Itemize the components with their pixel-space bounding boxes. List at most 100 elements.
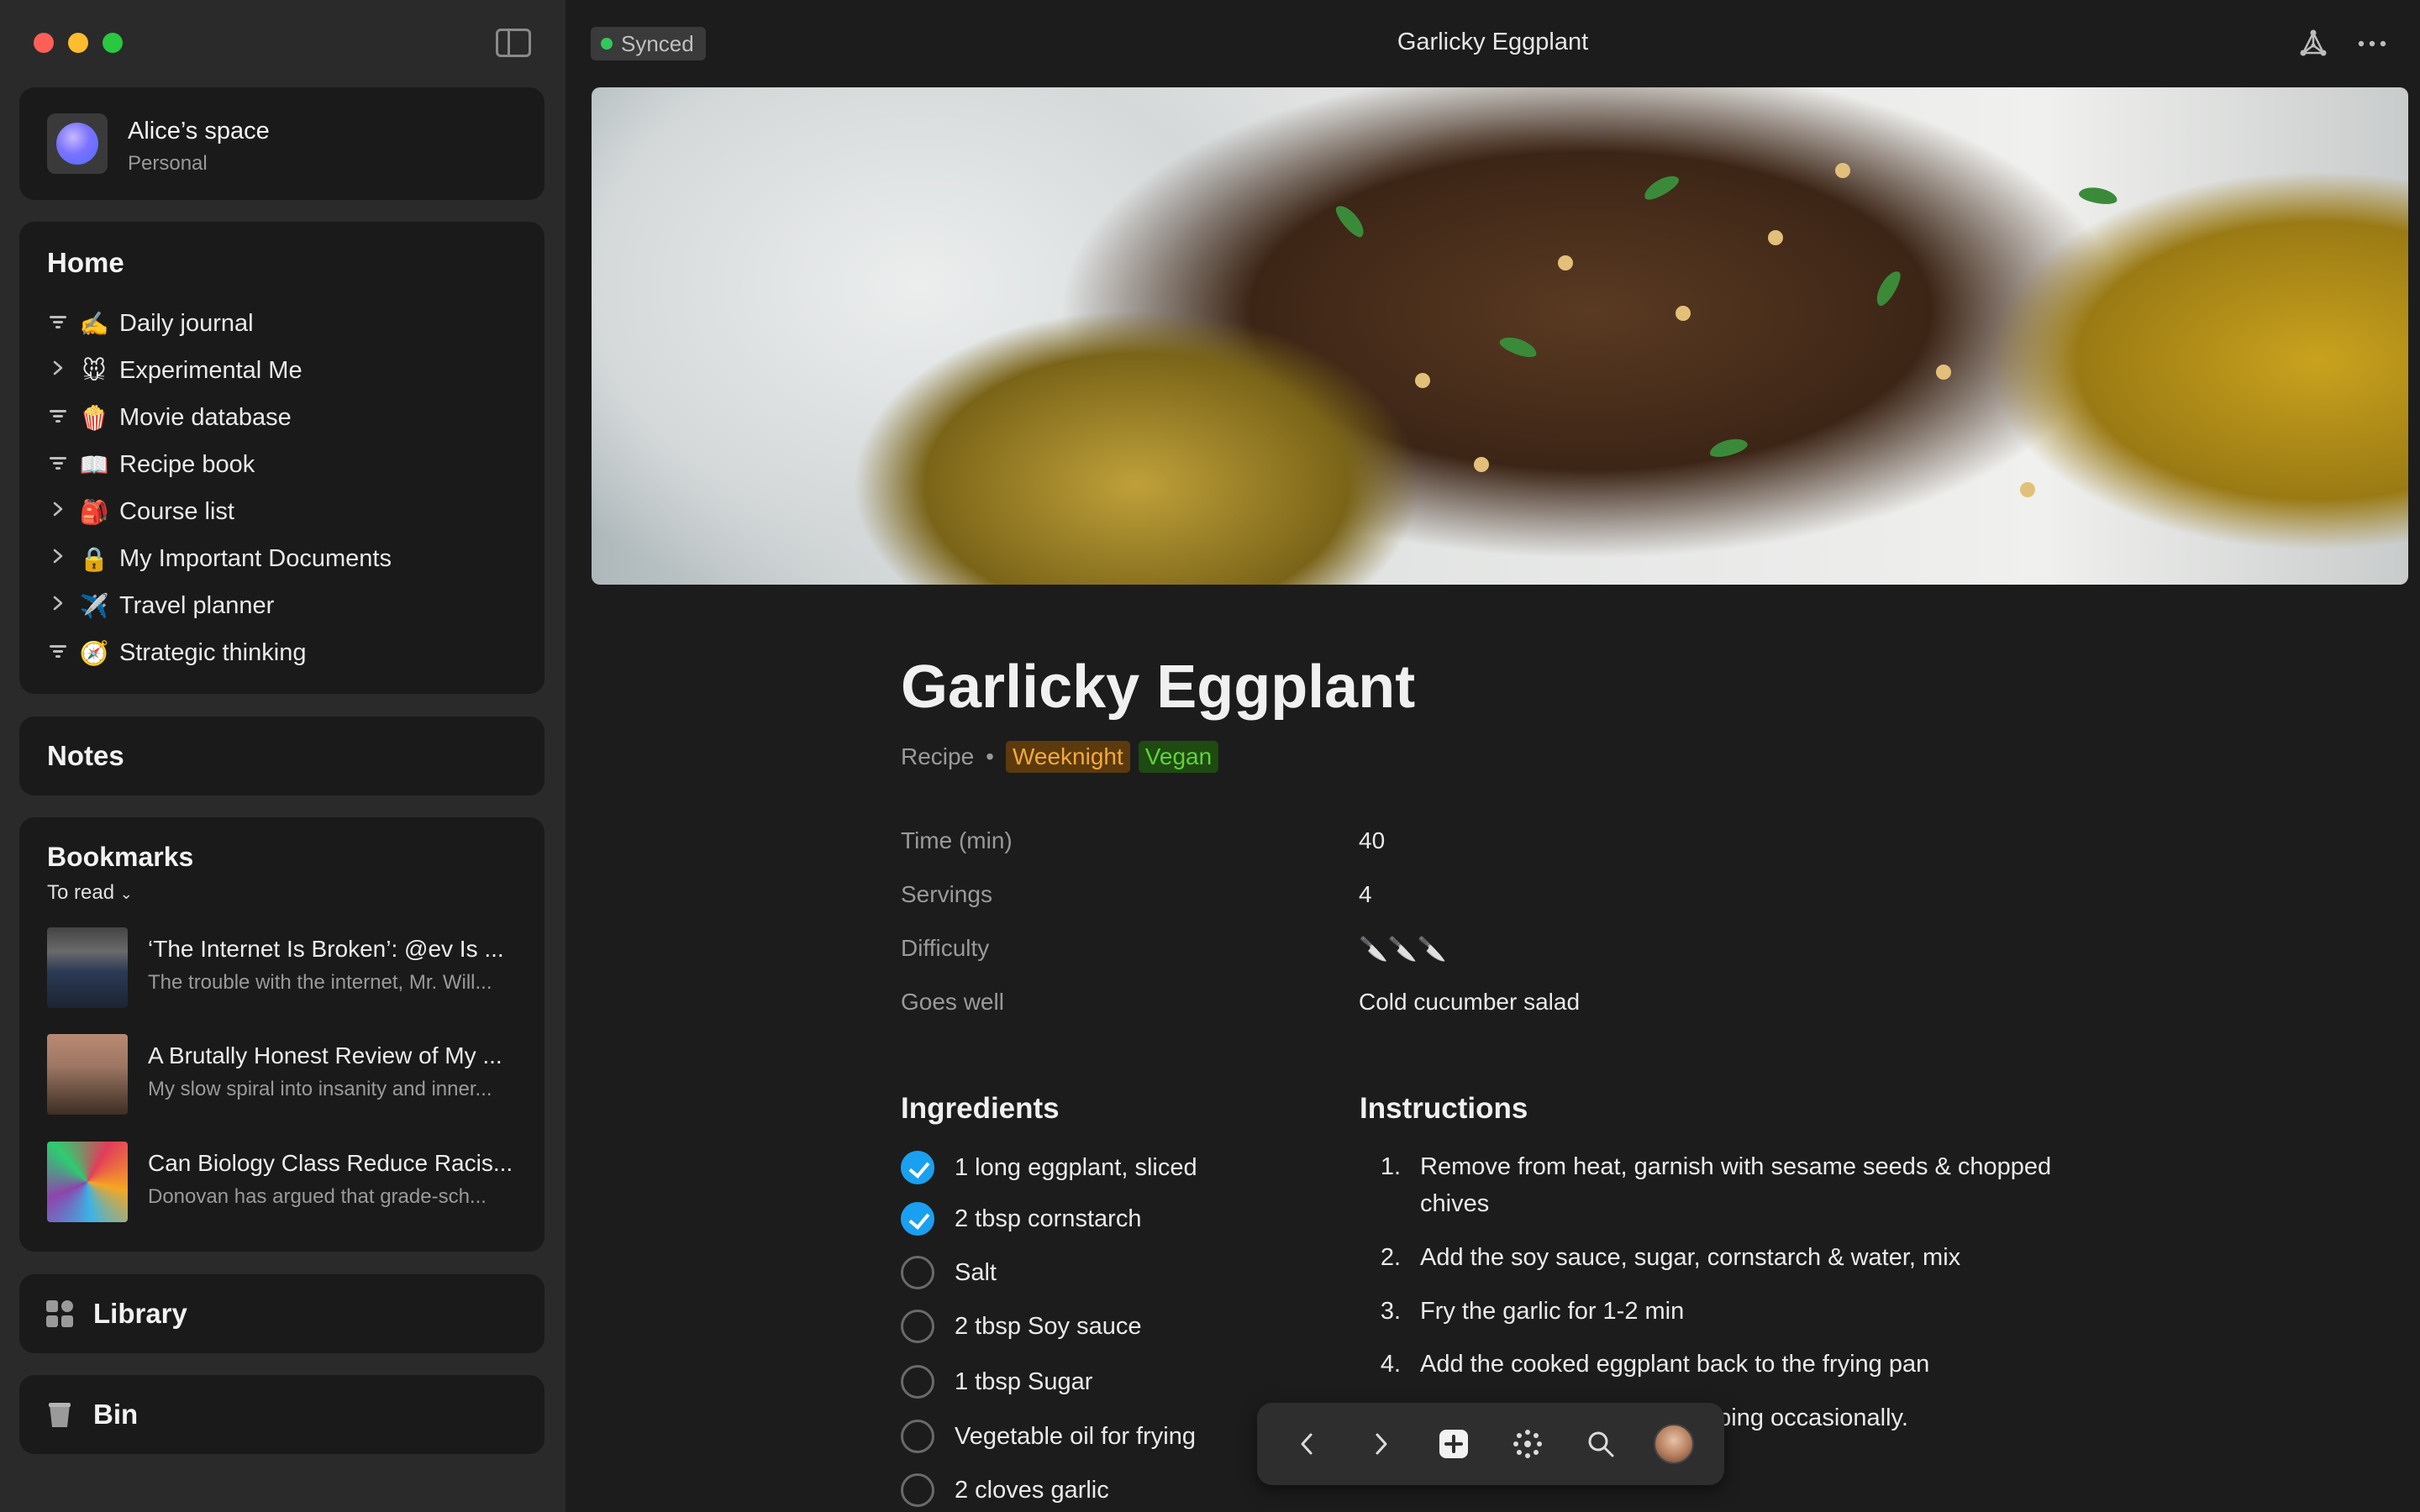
- property-value[interactable]: 40: [1359, 827, 1385, 854]
- property-row[interactable]: Difficulty 🔪🔪🔪: [901, 935, 1825, 969]
- ingredient-checkbox[interactable]: [901, 1151, 934, 1184]
- filter-icon[interactable]: [47, 453, 69, 476]
- sidebar-item-label: Daily journal: [119, 309, 254, 337]
- filter-icon[interactable]: [47, 312, 69, 335]
- sidebar-item[interactable]: ✈️ Travel planner: [47, 586, 518, 625]
- profile-avatar[interactable]: [1653, 1424, 1694, 1464]
- bookmark-item[interactable]: A Brutally Honest Review of My ... My sl…: [47, 1034, 526, 1115]
- library-section[interactable]: Library: [19, 1274, 544, 1353]
- sidebar-item-label: Experimental Me: [119, 356, 302, 384]
- close-window-button[interactable]: [34, 33, 54, 53]
- bin-section[interactable]: Bin: [19, 1375, 544, 1454]
- sidebar-item[interactable]: 🧭 Strategic thinking: [47, 633, 518, 672]
- more-options-icon[interactable]: [2355, 27, 2389, 60]
- back-button[interactable]: [1287, 1424, 1328, 1464]
- sidebar-item[interactable]: 📖 Recipe book: [47, 445, 518, 484]
- bin-label: Bin: [93, 1399, 139, 1430]
- sidebar-item[interactable]: 🎒 Course list: [47, 492, 518, 531]
- bookmark-title: A Brutally Honest Review of My ...: [148, 1042, 502, 1068]
- ingredient-item: 2 cloves garlic: [901, 1471, 1287, 1509]
- ingredient-text[interactable]: 1 tbsp Sugar: [955, 1368, 1092, 1396]
- chevron-right-icon[interactable]: [47, 359, 69, 382]
- ingredient-item: Salt: [901, 1253, 1287, 1292]
- search-button[interactable]: [1581, 1424, 1621, 1464]
- sidebar-item-emoji: 🎒: [79, 498, 109, 525]
- property-row[interactable]: Time (min) 40: [901, 827, 1825, 861]
- chevron-right-icon[interactable]: [47, 594, 69, 617]
- sidebar-item-label: Course list: [119, 497, 234, 525]
- ingredient-checkbox[interactable]: [901, 1365, 934, 1399]
- sidebar-toggle-icon[interactable]: [496, 29, 531, 57]
- chevron-left-icon: [1301, 1433, 1313, 1455]
- tag-weeknight[interactable]: Weeknight: [1005, 741, 1130, 773]
- sidebar-item[interactable]: 🔒 My Important Documents: [47, 539, 518, 578]
- cover-image[interactable]: [592, 87, 2408, 585]
- window-title: Garlicky Eggplant: [1397, 29, 1589, 55]
- new-object-button[interactable]: [1434, 1424, 1474, 1464]
- home-title[interactable]: Home: [47, 247, 124, 279]
- library-label: Library: [93, 1298, 187, 1329]
- property-name: Servings: [901, 881, 992, 907]
- notes-title: Notes: [47, 740, 124, 771]
- property-value[interactable]: 4: [1359, 881, 1372, 908]
- page-title[interactable]: Garlicky Eggplant: [901, 653, 1415, 722]
- instruction-number: 2.: [1380, 1244, 1401, 1271]
- graph-button[interactable]: [1507, 1424, 1548, 1464]
- chevron-right-icon[interactable]: [47, 547, 69, 570]
- property-row[interactable]: Goes well Cold cucumber salad: [901, 989, 1825, 1022]
- bookmark-description: The trouble with the internet, Mr. Will.…: [148, 971, 492, 994]
- property-value[interactable]: 🔪🔪🔪: [1359, 935, 1447, 963]
- bookmark-thumbnail: [47, 927, 128, 1008]
- instruction-text: Remove from heat, garnish with sesame se…: [1420, 1153, 2052, 1217]
- ingredient-item: 2 tbsp Soy sauce: [901, 1307, 1287, 1346]
- sidebar-item-label: Movie database: [119, 403, 292, 431]
- zoom-window-button[interactable]: [103, 33, 123, 53]
- ingredient-text[interactable]: 2 cloves garlic: [955, 1477, 1109, 1504]
- bookmarks-filter-label: To read: [47, 881, 115, 904]
- instructions-title: Instructions: [1360, 1092, 1528, 1125]
- bookmark-item[interactable]: ‘The Internet Is Broken’: @ev Is ... The…: [47, 927, 526, 1008]
- tag-vegan[interactable]: Vegan: [1138, 741, 1219, 773]
- sidebar-item-emoji: 🍿: [79, 404, 109, 431]
- bookmarks-title[interactable]: Bookmarks: [47, 842, 193, 873]
- ingredient-checkbox[interactable]: [901, 1256, 934, 1289]
- ingredient-text[interactable]: Vegetable oil for frying: [955, 1423, 1196, 1451]
- property-row[interactable]: Servings 4: [901, 881, 1825, 915]
- page-meta: Recipe • Weeknight Vegan: [901, 741, 1219, 773]
- space-switcher[interactable]: Alice’s space Personal: [19, 87, 544, 200]
- sidebar-item[interactable]: 🍿 Movie database: [47, 398, 518, 437]
- instruction-text: Add the cooked eggplant back to the fryi…: [1420, 1351, 1930, 1378]
- sidebar-item[interactable]: 🐭 Experimental Me: [47, 351, 518, 390]
- property-value[interactable]: Cold cucumber salad: [1359, 989, 1580, 1016]
- graph-view-icon[interactable]: [2296, 27, 2330, 60]
- sidebar-item-label: Strategic thinking: [119, 638, 307, 666]
- page-type[interactable]: Recipe: [901, 743, 974, 770]
- ingredient-item: 1 long eggplant, sliced: [901, 1148, 1287, 1187]
- ingredient-text[interactable]: 1 long eggplant, sliced: [955, 1154, 1197, 1182]
- ingredient-text[interactable]: 2 tbsp cornstarch: [955, 1205, 1141, 1233]
- notes-section[interactable]: Notes: [19, 717, 544, 795]
- search-icon: [1588, 1431, 1614, 1457]
- bookmarks-filter-dropdown[interactable]: To read ⌄: [47, 881, 133, 905]
- ingredient-checkbox[interactable]: [901, 1310, 934, 1343]
- sidebar-item-emoji: 🔒: [79, 545, 109, 572]
- ingredient-checkbox[interactable]: [901, 1202, 934, 1236]
- sidebar-item-emoji: 🐭: [82, 357, 107, 384]
- bookmark-item[interactable]: Can Biology Class Reduce Racis... Donova…: [47, 1142, 526, 1222]
- sidebar-item-label: My Important Documents: [119, 544, 392, 572]
- ingredient-checkbox[interactable]: [901, 1473, 934, 1507]
- sidebar-item-emoji: 📖: [79, 451, 109, 478]
- property-name: Goes well: [901, 989, 1004, 1015]
- ingredient-item: 2 tbsp cornstarch: [901, 1200, 1287, 1238]
- filter-icon[interactable]: [47, 406, 69, 429]
- ingredient-text[interactable]: 2 tbsp Soy sauce: [955, 1313, 1141, 1341]
- ingredient-text[interactable]: Salt: [955, 1259, 997, 1287]
- sidebar-item[interactable]: ✍️ Daily journal: [47, 304, 518, 343]
- chevron-right-icon: [1376, 1433, 1387, 1455]
- sidebar-item-label: Recipe book: [119, 450, 255, 478]
- filter-icon[interactable]: [47, 641, 69, 664]
- ingredient-checkbox[interactable]: [901, 1420, 934, 1453]
- forward-button[interactable]: [1360, 1424, 1401, 1464]
- minimize-window-button[interactable]: [68, 33, 88, 53]
- chevron-right-icon[interactable]: [47, 500, 69, 523]
